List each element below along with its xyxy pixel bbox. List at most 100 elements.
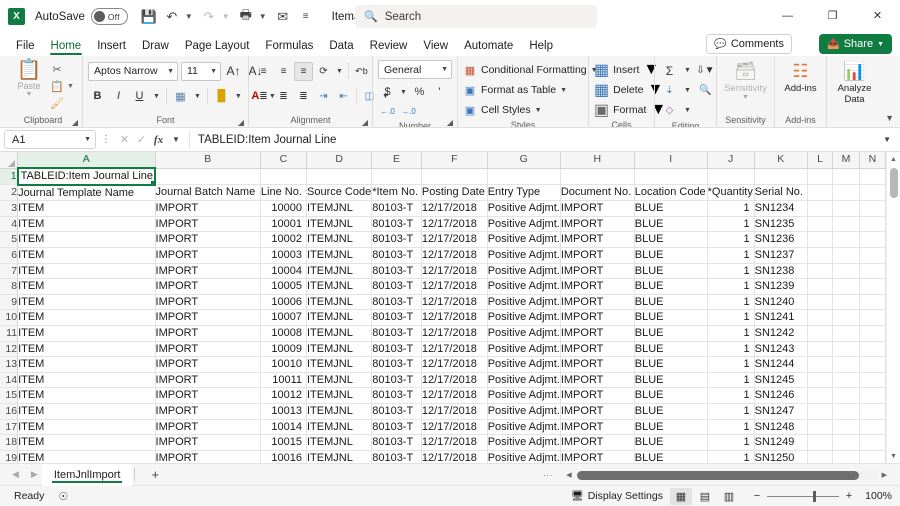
cell-C2[interactable]: Line No. — [260, 185, 306, 201]
number-format-dropdown-icon[interactable]: ▼ — [441, 66, 448, 73]
cell-J5[interactable]: 1 — [707, 232, 754, 248]
cell-I6[interactable]: BLUE — [634, 247, 707, 263]
worksheet-grid[interactable]: ABCDEFGHIJKLMN1TABLEID:Item Journal Line… — [0, 152, 886, 463]
cell-A9[interactable]: ITEM — [18, 294, 155, 310]
cell-F10[interactable]: 12/17/2018 — [421, 310, 487, 326]
increase-decimal-icon[interactable]: ←.0 — [378, 102, 397, 121]
vertical-scrollbar[interactable]: ▲ ▼ — [886, 152, 900, 463]
cell-K10[interactable]: SN1241 — [754, 310, 807, 326]
row-header-5[interactable]: 5 — [0, 232, 18, 248]
row-header-13[interactable]: 13 — [0, 357, 18, 373]
cell-E14[interactable]: 80103-T — [372, 372, 422, 388]
cell-H13[interactable]: IMPORT — [560, 357, 634, 373]
cell-C15[interactable]: 10012 — [260, 388, 306, 404]
percent-style-button[interactable]: % — [410, 83, 429, 102]
row-header-2[interactable]: 2 — [0, 185, 18, 201]
cell-A11[interactable]: ITEM — [18, 325, 155, 341]
cell-H3[interactable]: IMPORT — [560, 201, 634, 217]
row-header-11[interactable]: 11 — [0, 325, 18, 341]
insert-cells-button[interactable]: ▦ Insert ▼ — [594, 61, 659, 79]
cell-M19[interactable] — [833, 450, 860, 463]
tab-data[interactable]: Data — [321, 39, 361, 56]
borders-icon[interactable]: ▦ — [171, 87, 190, 106]
customize-quick-access-icon[interactable]: ≡ — [295, 5, 317, 29]
row-header-9[interactable]: 9 — [0, 294, 18, 310]
cell-C7[interactable]: 10004 — [260, 263, 306, 279]
cell-I11[interactable]: BLUE — [634, 325, 707, 341]
previous-sheet-icon[interactable]: ◀ — [12, 469, 19, 480]
cell-G18[interactable]: Positive Adjmt. — [487, 435, 560, 451]
cell-A15[interactable]: ITEM — [18, 388, 155, 404]
cell-N4[interactable] — [859, 216, 885, 232]
underline-dropdown-icon[interactable]: ▼ — [151, 93, 162, 100]
conditional-formatting-button[interactable]: ▦ Conditional Formatting ▼ — [463, 61, 598, 79]
horizontal-scroll-track[interactable] — [577, 471, 877, 480]
orientation-icon[interactable]: ⟳ — [314, 62, 333, 81]
cell-E5[interactable]: 80103-T — [372, 232, 422, 248]
cell-M11[interactable] — [833, 325, 860, 341]
tab-draw[interactable]: Draw — [134, 39, 177, 56]
sheet-tab-itemjnlimport[interactable]: ItemJnlImport — [42, 464, 133, 486]
print-icon[interactable]: 🖶 — [235, 5, 257, 29]
page-break-preview-icon[interactable]: ▥ — [718, 488, 740, 505]
tab-view[interactable]: View — [415, 39, 456, 56]
cell-M7[interactable] — [833, 263, 860, 279]
add-sheet-button[interactable]: + — [137, 467, 173, 482]
tab-page-layout[interactable]: Page Layout — [177, 39, 258, 56]
vertical-scroll-thumb[interactable] — [890, 168, 898, 198]
cell-J19[interactable]: 1 — [707, 450, 754, 463]
cell-E4[interactable]: 80103-T — [372, 216, 422, 232]
analyze-data-button[interactable]: 📊 Analyze Data — [832, 58, 877, 105]
cell-K7[interactable]: SN1238 — [754, 263, 807, 279]
cell-J7[interactable]: 1 — [707, 263, 754, 279]
cell-C1[interactable] — [260, 168, 306, 185]
row-header-6[interactable]: 6 — [0, 247, 18, 263]
zoom-slider[interactable]: − + — [750, 490, 856, 502]
fill-icon[interactable]: ⇣ — [660, 81, 679, 100]
cell-F15[interactable]: 12/17/2018 — [421, 388, 487, 404]
column-header-a[interactable]: A — [18, 152, 155, 168]
cell-G10[interactable]: Positive Adjmt. — [487, 310, 560, 326]
close-button[interactable]: ✕ — [855, 0, 900, 31]
cell-E11[interactable]: 80103-T — [372, 325, 422, 341]
vertical-scroll-track[interactable] — [887, 166, 900, 449]
cell-F5[interactable]: 12/17/2018 — [421, 232, 487, 248]
fill-color-icon[interactable]: █ — [212, 87, 231, 106]
cell-J10[interactable]: 1 — [707, 310, 754, 326]
cell-L10[interactable] — [807, 310, 832, 326]
cell-N10[interactable] — [859, 310, 885, 326]
comma-style-button[interactable]: ’ — [430, 83, 449, 102]
cell-K18[interactable]: SN1249 — [754, 435, 807, 451]
normal-view-icon[interactable]: ▦ — [670, 488, 692, 505]
touch-mode-icon[interactable]: ✉ — [272, 5, 294, 29]
cell-I5[interactable]: BLUE — [634, 232, 707, 248]
font-size-combo[interactable]: 11 ▼ — [181, 62, 221, 81]
cell-G2[interactable]: Entry Type — [487, 185, 560, 201]
cell-N8[interactable] — [859, 279, 885, 295]
cell-K6[interactable]: SN1237 — [754, 247, 807, 263]
cell-D11[interactable]: ITEMJNL — [307, 325, 372, 341]
column-header-h[interactable]: H — [560, 152, 634, 168]
cell-C11[interactable]: 10008 — [260, 325, 306, 341]
cell-D15[interactable]: ITEMJNL — [307, 388, 372, 404]
cell-D6[interactable]: ITEMJNL — [307, 247, 372, 263]
cell-H15[interactable]: IMPORT — [560, 388, 634, 404]
cell-D14[interactable]: ITEMJNL — [307, 372, 372, 388]
print-dropdown-icon[interactable]: ▼ — [259, 12, 267, 21]
cell-K3[interactable]: SN1234 — [754, 201, 807, 217]
cell-C9[interactable]: 10006 — [260, 294, 306, 310]
cell-E8[interactable]: 80103-T — [372, 279, 422, 295]
cell-B4[interactable]: IMPORT — [155, 216, 260, 232]
cell-E13[interactable]: 80103-T — [372, 357, 422, 373]
middle-align-button[interactable]: ≡ — [274, 62, 293, 81]
cell-F9[interactable]: 12/17/2018 — [421, 294, 487, 310]
column-header-b[interactable]: B — [155, 152, 260, 168]
cell-A6[interactable]: ITEM — [18, 247, 155, 263]
cell-C19[interactable]: 10016 — [260, 450, 306, 463]
cell-styles-dropdown-icon[interactable]: ▼ — [535, 107, 542, 114]
cell-F16[interactable]: 12/17/2018 — [421, 403, 487, 419]
cell-N14[interactable] — [859, 372, 885, 388]
cell-G6[interactable]: Positive Adjmt. — [487, 247, 560, 263]
cell-H7[interactable]: IMPORT — [560, 263, 634, 279]
cell-K2[interactable]: Serial No. — [754, 185, 807, 201]
